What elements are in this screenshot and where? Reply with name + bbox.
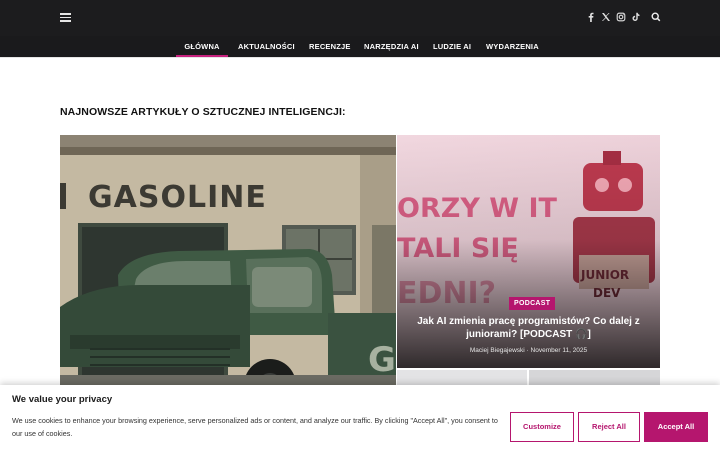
category-badge[interactable]: PODCAST [509,297,556,310]
article-author[interactable]: Maciej Biegajewski [470,347,525,354]
article-meta: Maciej Biegajewski · November 11, 2025 [405,346,652,356]
nav-item-aktualnosci[interactable]: AKTUALNOŚCI [238,36,295,57]
nav-item-recenzje[interactable]: RECENZJE [309,36,351,57]
hamburger-icon[interactable] [60,13,71,22]
instagram-icon[interactable] [615,11,627,26]
nav-item-ludzie-ai[interactable]: LUDZIE AI [433,36,471,57]
hero-article-image[interactable]: GASOLINE G [60,135,396,387]
top-header [0,0,720,36]
nav-item-wydarzenia[interactable]: WYDARZENIA [486,36,539,57]
cookie-consent-banner: We value your privacy We use cookies to … [0,385,720,450]
accept-all-button[interactable]: Accept All [644,412,708,442]
svg-text:G: G [368,340,396,380]
cookie-banner-text: We use cookies to enhance your browsing … [12,416,498,438]
nav-divider [0,57,720,58]
main-navigation: GŁÓWNA AKTUALNOŚCI RECENZJE NARZĘDZIA AI… [0,36,720,57]
customize-button[interactable]: Customize [510,412,574,442]
x-icon[interactable] [600,11,612,26]
featured-article-title[interactable]: Jak AI zmienia pracę programistów? Co da… [405,316,652,341]
facebook-icon[interactable] [585,11,597,26]
section-title: NAJNOWSZE ARTYKUŁY O SZTUCZNEJ INTELIGEN… [60,106,346,118]
nav-item-narzedzia-ai[interactable]: NARZĘDZIA AI [364,36,419,57]
tiktok-icon[interactable] [630,11,642,26]
article-date: November 11, 2025 [530,347,588,354]
cookie-banner-title: We value your privacy [12,394,113,405]
gasoline-sign-text: GASOLINE [88,180,267,215]
reject-all-button[interactable]: Reject All [578,412,640,442]
nav-item-glowna[interactable]: GŁÓWNA [176,36,228,57]
search-icon[interactable] [650,11,662,26]
